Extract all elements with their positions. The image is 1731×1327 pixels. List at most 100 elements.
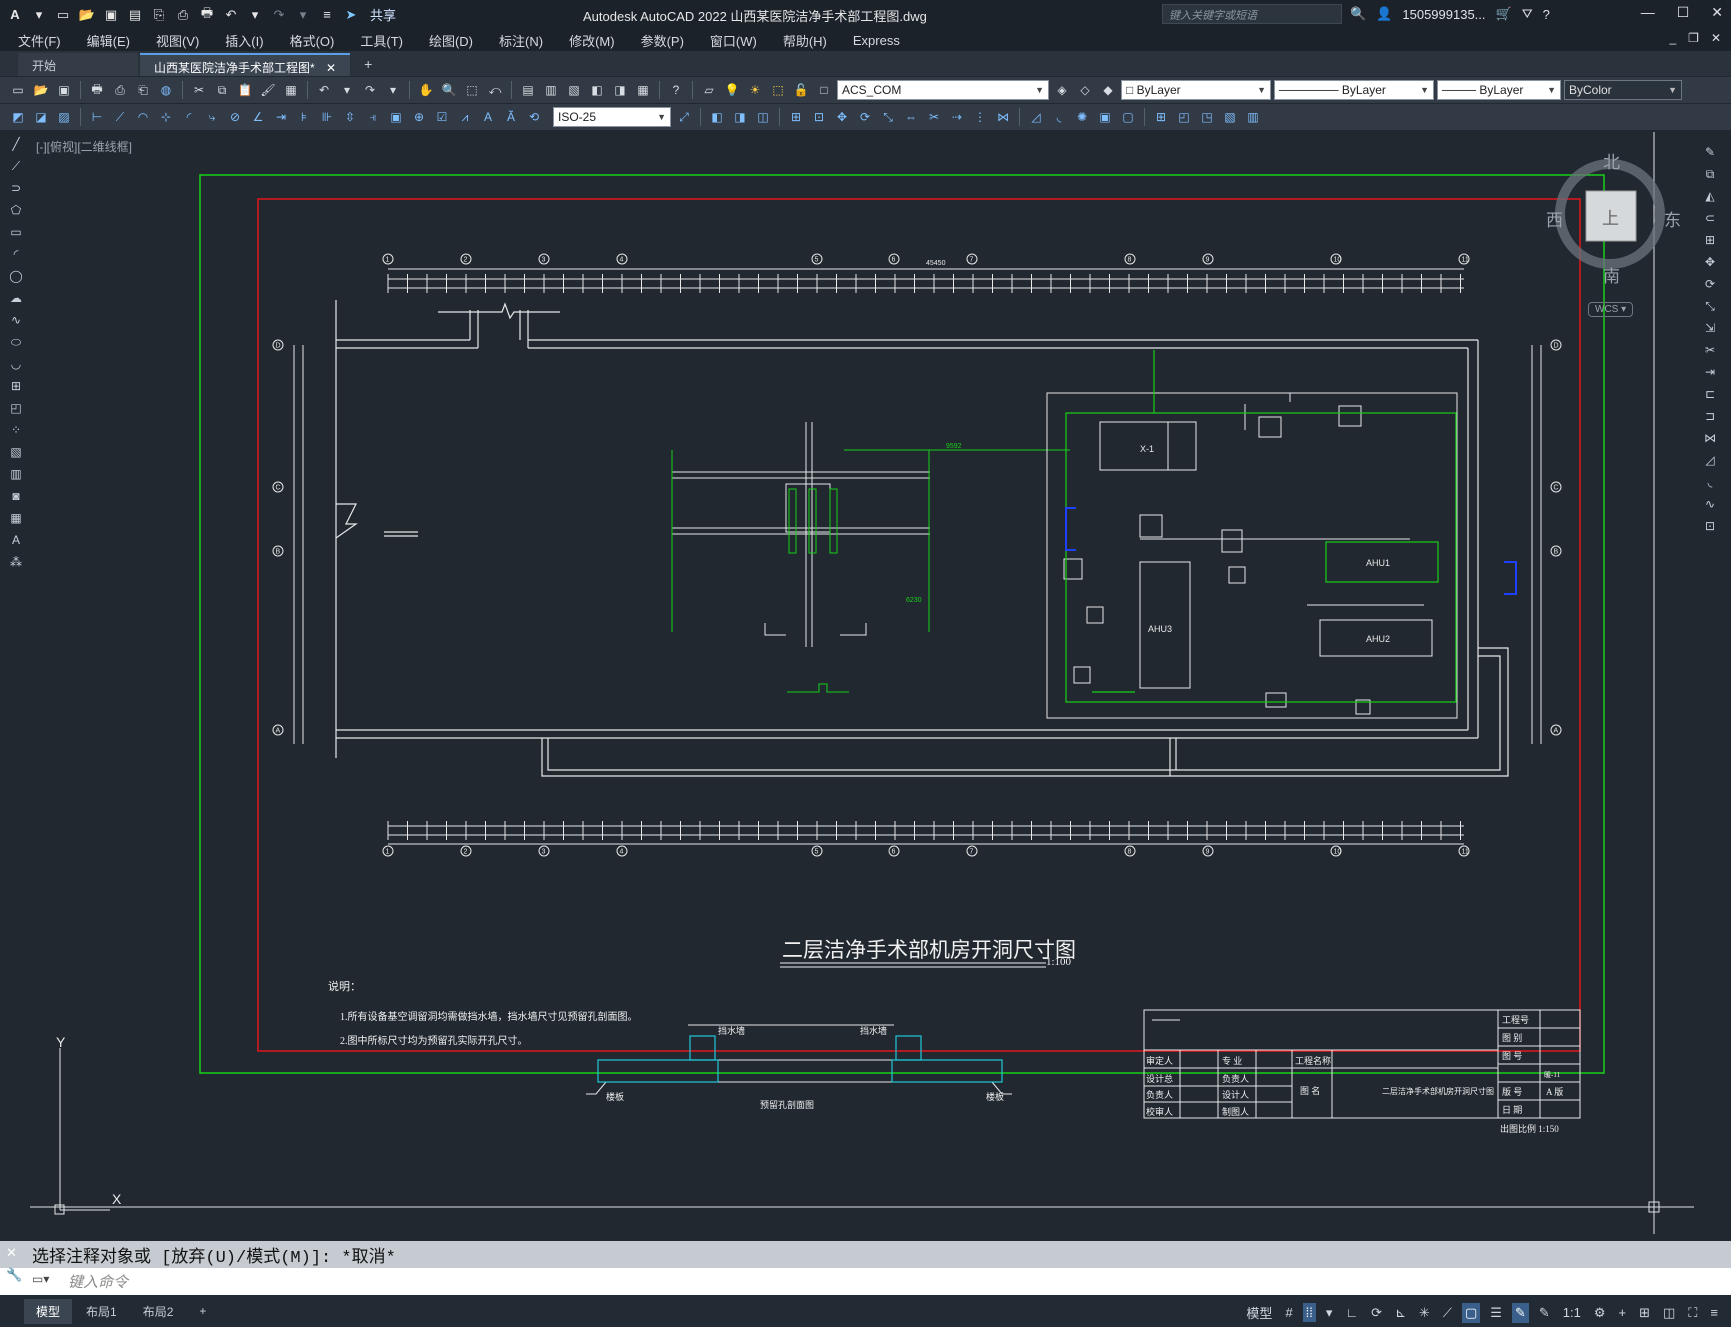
- polyline-icon[interactable]: ⊃: [6, 179, 26, 197]
- layer-state-icon[interactable]: ◆: [1098, 80, 1118, 100]
- scale-right-icon[interactable]: ⤡: [1700, 297, 1720, 315]
- search-input[interactable]: 键入关键字或短语: [1162, 4, 1342, 24]
- pan-icon[interactable]: ✋: [416, 80, 436, 100]
- new-icon[interactable]: ▭: [54, 6, 72, 24]
- qnew-icon[interactable]: ▭: [8, 80, 28, 100]
- layer-dropdown[interactable]: ACS_COM ▼: [837, 80, 1049, 100]
- linear-dim-icon[interactable]: ⊢: [87, 107, 107, 127]
- inspection-icon[interactable]: ☑: [432, 107, 452, 127]
- tab-close-icon[interactable]: ✕: [326, 61, 336, 75]
- new-tab-button[interactable]: +: [352, 52, 384, 76]
- copy-right-icon[interactable]: ⧉: [1700, 165, 1720, 183]
- grid-icon[interactable]: #: [1282, 1303, 1295, 1322]
- linetype-dropdown[interactable]: ─────── ByLayer ▼: [1274, 80, 1434, 100]
- menu-insert[interactable]: 插入(I): [212, 31, 276, 50]
- mirror-right-icon[interactable]: ◭: [1700, 187, 1720, 205]
- tab-model[interactable]: 模型: [24, 1298, 73, 1324]
- open-file-icon[interactable]: 📂: [31, 80, 51, 100]
- trim-right-icon[interactable]: ✂: [1700, 341, 1720, 359]
- layer-freeze-icon[interactable]: ☀: [745, 80, 765, 100]
- join-right-icon[interactable]: ⋈: [1700, 429, 1720, 447]
- baseline-dim-icon[interactable]: ⊧: [294, 107, 314, 127]
- copy-icon[interactable]: ⧉: [212, 80, 232, 100]
- menu-dimension[interactable]: 标注(N): [486, 31, 556, 50]
- 3d-dwf-icon[interactable]: ◍: [156, 80, 176, 100]
- make-block-left-icon[interactable]: ◰: [6, 399, 26, 417]
- insert-block-icon[interactable]: ⊞: [1151, 107, 1171, 127]
- lineweight-icon[interactable]: ☰: [1487, 1303, 1505, 1323]
- dim-space-icon[interactable]: ⇳: [340, 107, 360, 127]
- menu-help[interactable]: 帮助(H): [770, 31, 840, 50]
- undo-icon[interactable]: ↶: [222, 6, 240, 24]
- import-icon[interactable]: ⎘: [150, 6, 168, 24]
- array-icon[interactable]: ⊡: [809, 107, 829, 127]
- dynamic-input-icon[interactable]: ⟳: [1368, 1303, 1385, 1323]
- menu-modify[interactable]: 修改(M): [556, 31, 628, 50]
- erase-right-icon[interactable]: ✎: [1700, 143, 1720, 161]
- arc-length-icon[interactable]: ◠: [133, 107, 153, 127]
- command-prompt-icon[interactable]: ▭▾: [32, 1272, 49, 1286]
- fillet-right-icon[interactable]: ◟: [1700, 473, 1720, 491]
- clean-screen-icon[interactable]: ⛶: [1685, 1303, 1700, 1323]
- annotation-scale[interactable]: 1:1: [1560, 1303, 1584, 1322]
- break-right-icon[interactable]: ⊐: [1700, 407, 1720, 425]
- aligned-dim-icon[interactable]: ⟋: [110, 107, 130, 127]
- print-icon[interactable]: 🖶: [87, 80, 107, 100]
- object-snap-icon[interactable]: ▢: [1462, 1302, 1481, 1323]
- fillet-icon[interactable]: ◟: [1049, 107, 1069, 127]
- snap-dropdown-icon[interactable]: ▾: [1323, 1303, 1336, 1323]
- save-file-icon[interactable]: ▣: [54, 80, 74, 100]
- jogged-dim-icon[interactable]: ⤷: [202, 107, 222, 127]
- add-layout-button[interactable]: +: [187, 1300, 218, 1322]
- tab-drawing[interactable]: 山西某医院洁净手术部工程图* ✕: [140, 53, 351, 76]
- erase-icon[interactable]: ◧: [707, 107, 727, 127]
- save-icon[interactable]: ▣: [102, 6, 120, 24]
- redo-dropdown-icon[interactable]: ▾: [294, 6, 312, 24]
- break-point-icon[interactable]: ⊏: [1700, 385, 1720, 403]
- viewcube-top[interactable]: 上: [1602, 204, 1619, 229]
- move-icon[interactable]: ✥: [832, 107, 852, 127]
- rectangle-icon[interactable]: ▭: [6, 223, 26, 241]
- snap-icon[interactable]: ⁞⁞: [1302, 1303, 1316, 1322]
- diameter-dim-icon[interactable]: ⊘: [225, 107, 245, 127]
- table-icon[interactable]: ▦: [6, 509, 26, 527]
- isodraft-icon[interactable]: ⟋: [1440, 1303, 1455, 1323]
- hatch-icon[interactable]: ▧: [1220, 107, 1240, 127]
- layer-lock-icon[interactable]: 🔓: [791, 80, 811, 100]
- markup-icon[interactable]: ◨: [610, 80, 630, 100]
- model-space-button[interactable]: 模型: [1243, 1301, 1275, 1324]
- publish-icon[interactable]: ⎗: [133, 80, 153, 100]
- export-icon[interactable]: ⎙: [174, 6, 192, 24]
- stretch-right-icon[interactable]: ⇲: [1700, 319, 1720, 337]
- command-customize-icon[interactable]: 🔧: [6, 1267, 22, 1283]
- continue-dim-icon[interactable]: ⊪: [317, 107, 337, 127]
- customize-qa-icon[interactable]: ≡: [318, 6, 336, 24]
- point-icon[interactable]: ◳: [1197, 107, 1217, 127]
- undo-tb-icon[interactable]: ↶: [314, 80, 334, 100]
- rotate-right-icon[interactable]: ⟳: [1700, 275, 1720, 293]
- offset-right-icon[interactable]: ⊂: [1700, 209, 1720, 227]
- properties-icon[interactable]: ▤: [518, 80, 538, 100]
- dim-edit-icon[interactable]: A: [478, 107, 498, 127]
- make-object-layer-current-icon[interactable]: ◈: [1052, 80, 1072, 100]
- units-icon[interactable]: ⊞: [1636, 1303, 1653, 1323]
- join-icon[interactable]: ⋈: [993, 107, 1013, 127]
- draw-order-icon[interactable]: ◩: [8, 107, 28, 127]
- zoom-realtime-icon[interactable]: 🔍: [439, 80, 459, 100]
- tab-layout2[interactable]: 布局2: [131, 1299, 186, 1324]
- array-right-icon[interactable]: ⊞: [1700, 231, 1720, 249]
- region-icon[interactable]: ◙: [6, 487, 26, 505]
- polar-icon[interactable]: ✳: [1416, 1303, 1433, 1323]
- move-right-icon[interactable]: ✥: [1700, 253, 1720, 271]
- angular-dim-icon[interactable]: ∠: [248, 107, 268, 127]
- viewcube-east[interactable]: 东: [1664, 206, 1681, 231]
- layer-viewport-icon[interactable]: ⬚: [768, 80, 788, 100]
- layer-color-swatch-icon[interactable]: □: [814, 80, 834, 100]
- color-dropdown[interactable]: □ ByLayer ▼: [1121, 80, 1271, 100]
- chamfer-icon[interactable]: ◿: [1026, 107, 1046, 127]
- make-block-icon[interactable]: ◰: [1174, 107, 1194, 127]
- menu-parameters[interactable]: 参数(P): [628, 31, 697, 50]
- jogged-linear-icon[interactable]: ⩘: [455, 107, 475, 127]
- help-icon[interactable]: ?: [1543, 7, 1550, 22]
- drawing-canvas[interactable]: 45450 1 2 3 4 5 6 7 8 9 10 11 1 2 3 4 5 6 7 8 9 10 11 D DC CB B…: [30, 132, 1694, 1234]
